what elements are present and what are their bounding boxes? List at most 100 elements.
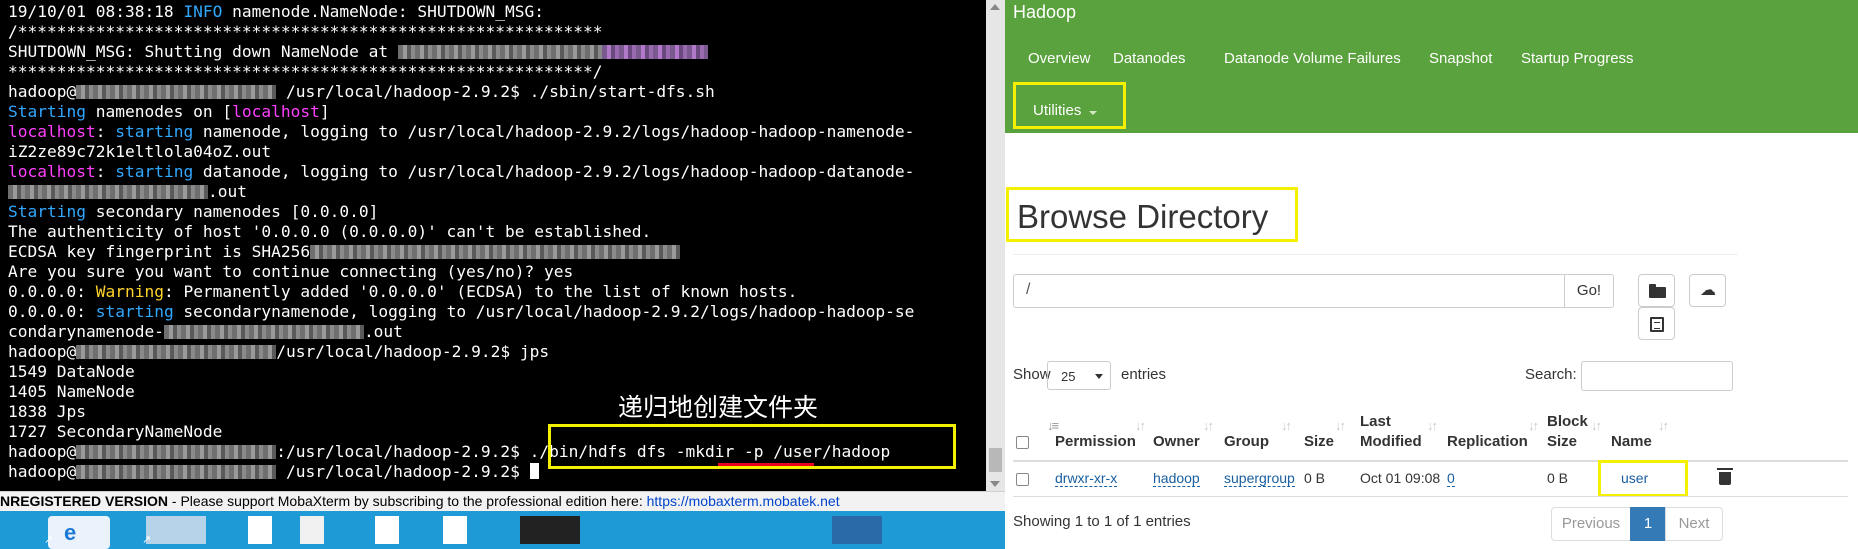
terminal-line: 19/10/01 08:38:18 INFO namenode.NameNode… (8, 2, 545, 21)
app-icon[interactable] (832, 516, 882, 544)
sort-icon[interactable]: ↓↑ (1528, 418, 1539, 433)
terminal-line: Starting secondary namenodes [0.0.0.0] (8, 202, 379, 221)
sort-icon[interactable]: ↓↑ (1591, 418, 1602, 433)
upload-button[interactable]: ☁ (1689, 274, 1726, 307)
cell-size: 0 B (1304, 470, 1326, 486)
document-icon[interactable] (248, 516, 272, 544)
terminal-line: hadoop@ /usr/local/hadoop-2.9.2$ ./sbin/… (8, 82, 715, 101)
shortcut-arrow-icon: ↗ (44, 534, 54, 546)
cell-modified: Oct 01 09:08 (1360, 470, 1441, 486)
terminal-line: 0.0.0.0: Warning: Permanently added '0.0… (8, 282, 798, 301)
mobatek-link[interactable]: https://mobaxterm.mobatek.net (647, 493, 840, 509)
col-block-size-line2[interactable]: Size (1547, 432, 1577, 452)
cloud-upload-icon: ☁ (1700, 282, 1716, 299)
col-block-size-line1[interactable]: Block (1547, 412, 1588, 432)
header-divider (1013, 460, 1848, 462)
terminal-line: ECDSA key fingerprint is SHA256 (8, 242, 986, 262)
cell-name-link[interactable]: user (1621, 470, 1648, 486)
search-input[interactable] (1581, 361, 1733, 391)
search-label: Search: (1525, 366, 1577, 383)
select-all-checkbox[interactable] (1016, 436, 1029, 449)
entries-label: entries (1121, 366, 1167, 383)
scroll-down-icon[interactable] (990, 481, 1000, 487)
terminal-scrollbar[interactable] (986, 0, 1005, 491)
document-icon[interactable] (443, 516, 467, 544)
sort-icon[interactable]: ↓↑ (1427, 418, 1438, 433)
sort-icon[interactable]: ↓↑ (1203, 418, 1214, 433)
col-last-modified-line2[interactable]: Modified (1360, 432, 1422, 452)
status-bar: NREGISTERED VERSION - Please support Mob… (0, 491, 1005, 511)
sort-icon[interactable]: ↓↑ (1135, 418, 1146, 433)
terminal-line: ****************************************… (8, 62, 603, 81)
next-button[interactable]: Next (1665, 507, 1723, 541)
nav-utilities[interactable]: Utilities (1013, 82, 1126, 129)
go-button[interactable]: Go! (1564, 274, 1614, 308)
document-icon[interactable] (300, 516, 324, 544)
terminal-line: 0.0.0.0: starting secondarynamenode, log… (8, 302, 915, 321)
terminal[interactable]: 19/10/01 08:38:18 INFO namenode.NameNode… (0, 0, 1005, 491)
scroll-up-icon[interactable] (990, 4, 1000, 10)
col-last-modified-line1[interactable]: Last (1360, 412, 1391, 432)
col-replication[interactable]: Replication (1447, 432, 1528, 452)
col-group[interactable]: Group (1224, 432, 1269, 452)
entries-select[interactable]: 25 (1047, 361, 1111, 390)
create-directory-button[interactable] (1638, 274, 1675, 307)
col-permission[interactable]: Permission (1055, 432, 1136, 452)
terminal-line: 1549 DataNode (8, 362, 135, 381)
col-name[interactable]: Name (1611, 432, 1652, 452)
nav-startup-progress[interactable]: Startup Progress (1521, 50, 1634, 67)
sort-icon[interactable]: ↓↑ (1335, 418, 1346, 433)
nav-datanode-volume-failures[interactable]: Datanode Volume Failures (1224, 50, 1401, 67)
navbar: Hadoop Overview Datanodes Datanode Volum… (1005, 0, 1858, 133)
name-highlight-box: user (1598, 460, 1688, 497)
trash-icon[interactable] (1717, 468, 1733, 485)
nav-overview[interactable]: Overview (1028, 50, 1091, 67)
terminal-cursor (529, 463, 539, 479)
row-checkbox[interactable] (1016, 473, 1029, 486)
support-message: - Please support MobaXterm by subscribin… (168, 493, 647, 509)
terminal-line: .out (8, 182, 986, 202)
cell-owner[interactable]: hadoop (1153, 468, 1200, 488)
cell-permission[interactable]: drwxr-xr-x (1055, 468, 1118, 488)
col-owner[interactable]: Owner (1153, 432, 1200, 452)
path-input[interactable]: / (1013, 274, 1565, 308)
sort-icon[interactable]: ↓↑ (1658, 418, 1669, 433)
brand[interactable]: Hadoop (1013, 2, 1076, 23)
redacted-hostname (397, 45, 602, 59)
terminal-line: 1838 Jps (8, 402, 86, 421)
shortcut-arrow-icon: ↗ (142, 534, 152, 546)
nav-datanodes[interactable]: Datanodes (1113, 50, 1186, 67)
cell-replication[interactable]: 0 (1447, 468, 1455, 488)
entries-value: 25 (1061, 369, 1076, 384)
annotation-label: 递归地创建文件夹 (618, 393, 819, 422)
table-info: Showing 1 to 1 of 1 entries (1013, 513, 1191, 530)
terminal-line: 1405 NameNode (8, 382, 135, 401)
col-size[interactable]: Size (1304, 432, 1334, 452)
utilities-label: Utilities (1033, 102, 1082, 119)
row-divider (1013, 496, 1848, 497)
cell-group[interactable]: supergroup (1224, 468, 1295, 488)
terminal-line: The authenticity of host '0.0.0.0 (0.0.0… (8, 222, 652, 241)
terminal-line: hadoop@/usr/local/hadoop-2.9.2$ jps (8, 342, 550, 361)
folder-open-icon (1649, 284, 1666, 298)
title-highlight-box: Browse Directory (1006, 187, 1298, 242)
scroll-thumb[interactable] (989, 448, 1002, 472)
ie-icon[interactable]: e (48, 516, 110, 549)
terminal-icon[interactable] (520, 516, 580, 544)
caret-down-icon (1095, 374, 1103, 379)
caret-down-icon (1089, 111, 1097, 115)
previous-button[interactable]: Previous (1551, 507, 1631, 541)
page-1-button[interactable]: 1 (1630, 507, 1666, 541)
nav-snapshot[interactable]: Snapshot (1429, 50, 1492, 67)
unregistered-label: NREGISTERED VERSION (0, 493, 169, 509)
terminal-line: Are you sure you want to continue connec… (8, 262, 574, 281)
sort-icon[interactable]: ↓↑ (1281, 418, 1292, 433)
sort-icon[interactable]: ↓≡ (1047, 418, 1059, 433)
mobaxterm-window: 19/10/01 08:38:18 INFO namenode.NameNode… (0, 0, 1005, 549)
document-icon[interactable] (375, 516, 399, 544)
terminal-line: localhost: starting datanode, logging to… (8, 162, 915, 181)
list-view-button[interactable] (1638, 307, 1675, 340)
app-icon[interactable] (146, 516, 206, 544)
redacted-hostname (76, 465, 277, 479)
terminal-line: Starting namenodes on [localhost] (8, 102, 330, 121)
